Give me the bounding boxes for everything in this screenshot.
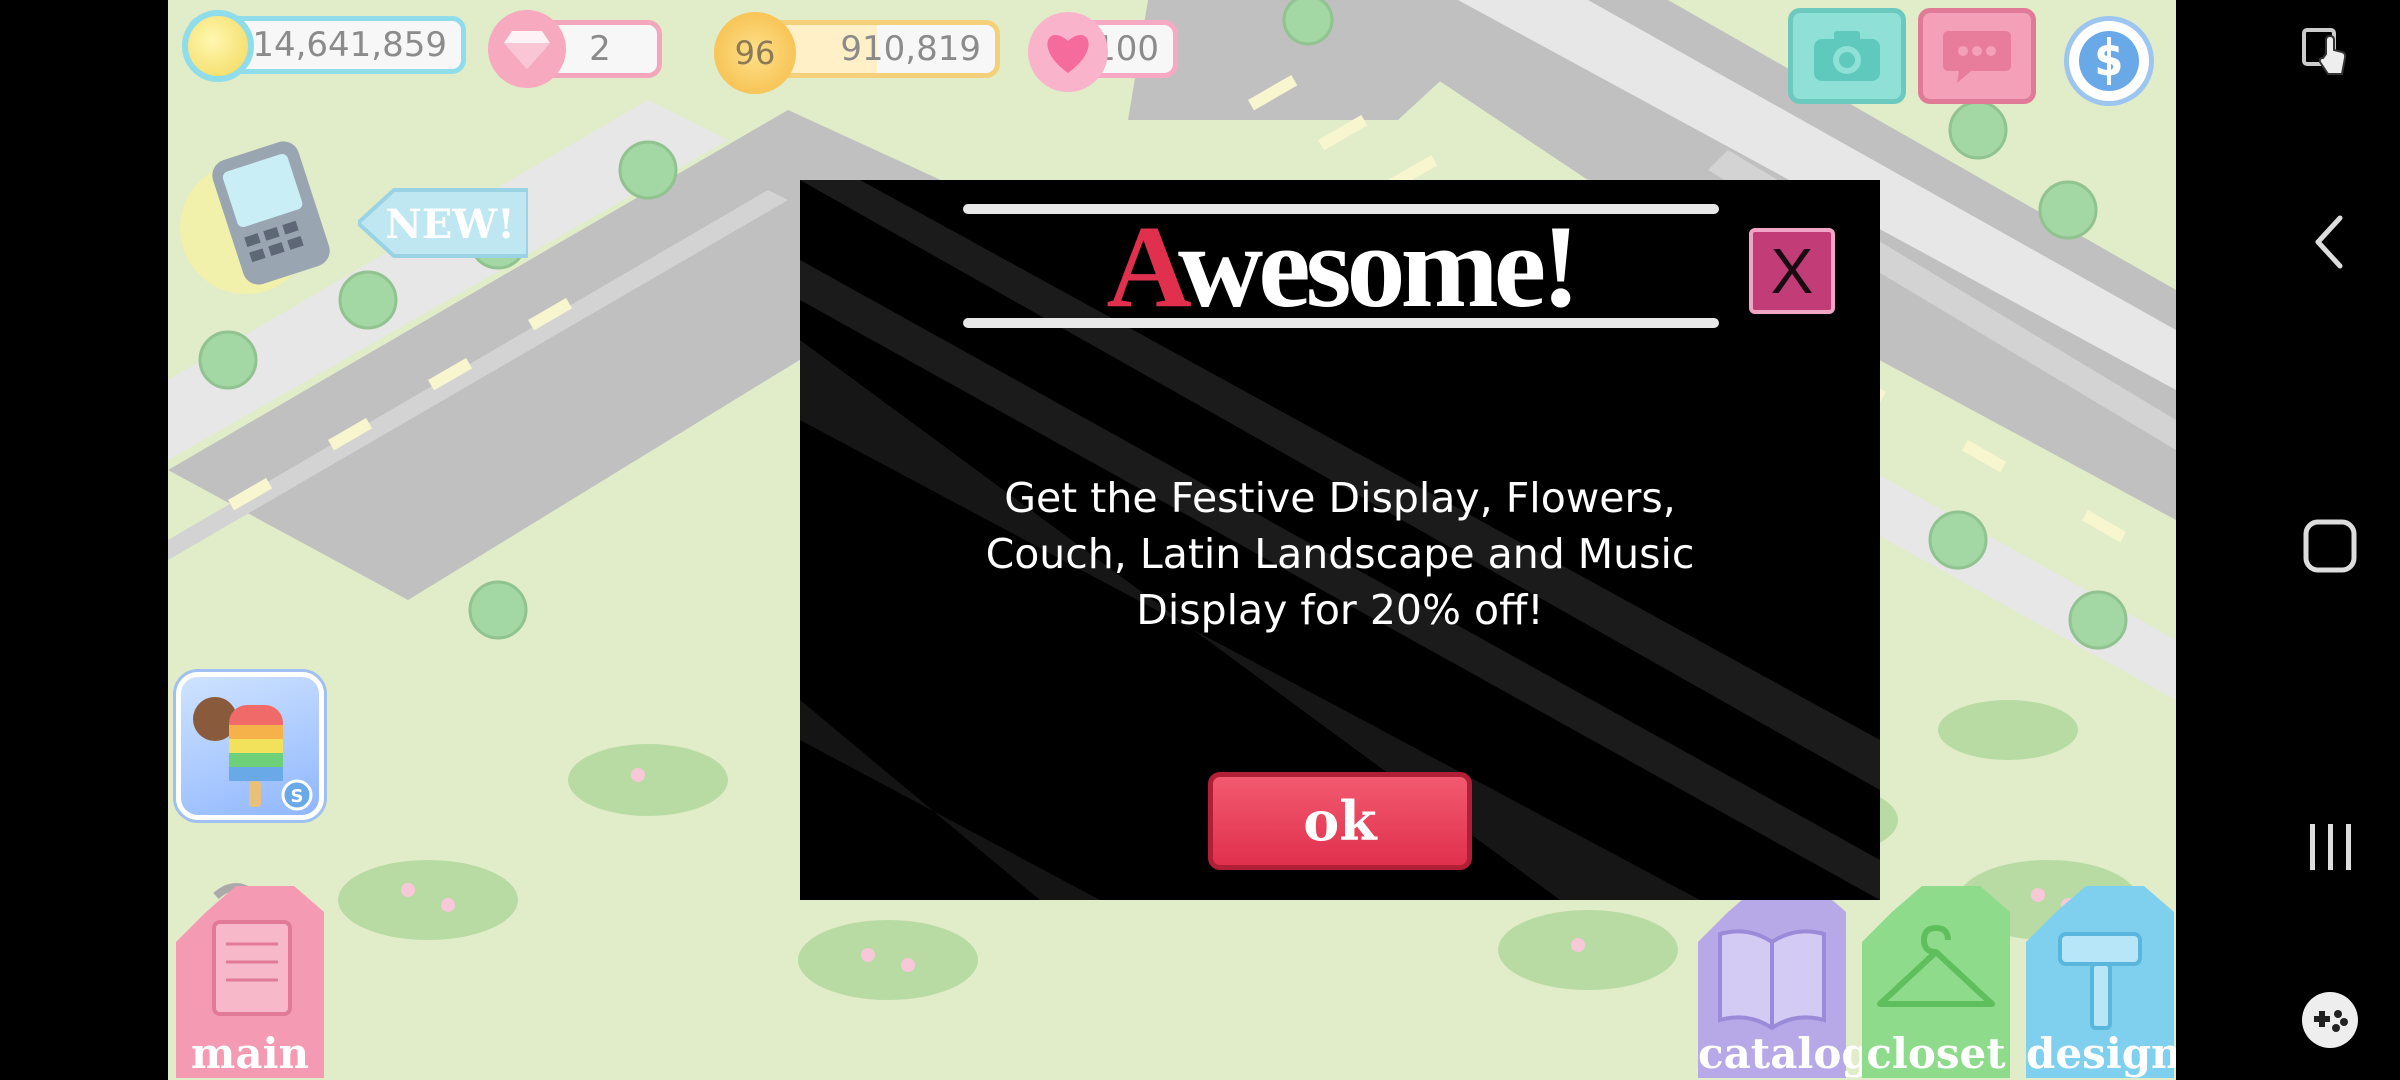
close-icon: X: [1770, 235, 1814, 307]
tab-main-label: main: [190, 1029, 310, 1078]
chat-button[interactable]: [1918, 8, 2036, 104]
close-button[interactable]: X: [1749, 228, 1835, 314]
gem-icon: [488, 10, 566, 88]
svg-text:S: S: [291, 786, 304, 807]
dollar-coin-icon: S: [2079, 31, 2139, 91]
popsicle-event-button[interactable]: S: [176, 672, 324, 820]
camera-button[interactable]: [1788, 8, 1906, 104]
camera-icon: [1814, 31, 1880, 81]
tab-catalog[interactable]: catalog: [1698, 882, 1871, 1078]
level-star-icon: 96: [714, 12, 796, 94]
title-bottom-rule: [963, 318, 1719, 328]
coin-value: 14,641,859: [252, 25, 447, 65]
popsicle-icon: S: [193, 697, 313, 811]
chat-bubble-icon: [1943, 31, 2011, 83]
heart-icon: [1028, 12, 1108, 92]
currency-button[interactable]: S: [2064, 16, 2154, 106]
coin-icon: [182, 10, 254, 82]
tab-closet[interactable]: closet: [1862, 882, 2010, 1078]
phone-icon[interactable]: [176, 128, 346, 298]
dialog-title: Awesome!: [963, 208, 1719, 326]
game-viewport[interactable]: 14,641,859 2 910,819 96 100 S: [168, 0, 2176, 1080]
new-badge[interactable]: NEW!: [380, 196, 520, 252]
level-value: 96: [734, 34, 776, 72]
back-icon[interactable]: [2314, 214, 2344, 270]
tab-design[interactable]: design: [2026, 882, 2176, 1078]
dialog-title-rest: wesome!: [1177, 201, 1580, 332]
dialog-title-first-letter: A: [1106, 201, 1184, 332]
home-icon[interactable]: [2302, 518, 2358, 574]
android-nav-bar: [2176, 0, 2400, 1080]
tab-main[interactable]: main: [176, 882, 324, 1078]
tab-design-label: design: [2026, 1029, 2176, 1078]
ok-button[interactable]: ok: [1208, 772, 1472, 870]
gem-value: 2: [589, 29, 611, 69]
tab-catalog-label: catalog: [1698, 1029, 1871, 1078]
ok-button-label: ok: [1303, 789, 1377, 853]
screenshot-edit-icon[interactable]: [2300, 26, 2350, 80]
xp-value: 910,819: [840, 29, 981, 69]
recents-icon[interactable]: [2308, 822, 2354, 872]
awesome-dialog: Awesome! X Get the Festive Display, Flow…: [800, 180, 1880, 900]
dialog-message: Get the Festive Display, Flowers, Couch,…: [985, 474, 1695, 634]
tab-closet-label: closet: [1866, 1029, 2006, 1078]
gamepad-icon[interactable]: [2300, 990, 2360, 1050]
